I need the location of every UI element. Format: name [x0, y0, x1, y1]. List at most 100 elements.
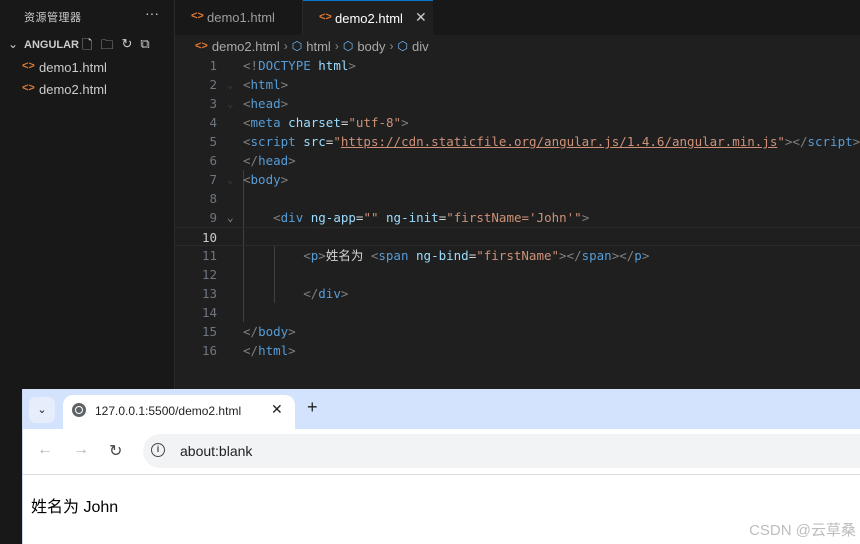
tab-label: demo1.html: [207, 10, 275, 25]
code-text: <head>: [243, 94, 288, 113]
code-token: DOCTYPE: [258, 58, 311, 73]
address-text[interactable]: about:blank: [180, 443, 252, 459]
code-line[interactable]: 12: [175, 265, 860, 284]
browser-tab[interactable]: 127.0.0.1:5500/demo2.html ✕: [63, 395, 295, 429]
folder-row[interactable]: ⌄ ANGULAR 🗋 🗀 ↻ ⧉: [0, 35, 175, 55]
code-token: >: [280, 96, 289, 111]
breadcrumb-item[interactable]: div: [412, 39, 429, 54]
code-token: body: [250, 172, 281, 187]
close-icon[interactable]: ✕: [415, 9, 427, 26]
code-token: html: [250, 77, 281, 92]
code-token: head: [258, 153, 289, 168]
info-icon[interactable]: i: [151, 443, 165, 457]
fold-chevron-icon[interactable]: ⌄: [227, 75, 234, 94]
code-editor[interactable]: 1 <!DOCTYPE html> 2 ⌄ <html> 3 ⌄ <head> 4 <meta c…: [175, 56, 860, 389]
code-line[interactable]: 3 ⌄ <head>: [175, 94, 860, 113]
code-line[interactable]: 14: [175, 303, 860, 322]
code-line[interactable]: 15 </body>: [175, 322, 860, 341]
code-line[interactable]: 10: [175, 227, 860, 246]
fold-chevron-icon[interactable]: ⌄: [227, 170, 234, 189]
code-token: "": [363, 210, 379, 225]
line-number: 2: [209, 77, 217, 92]
code-token: "utf-8": [348, 115, 402, 130]
forward-icon[interactable]: →: [73, 441, 89, 459]
code-text: </div>: [243, 284, 348, 303]
code-token: body: [258, 324, 289, 339]
code-token: ></: [559, 248, 582, 263]
symbol-element-icon: ⬡: [397, 39, 408, 53]
chevron-right-icon: ›: [334, 39, 339, 53]
code-token: https://cdn.staticfile.org/angular.js/1.…: [340, 134, 778, 149]
code-line[interactable]: 16 </html>: [175, 341, 860, 360]
code-token: >: [288, 324, 296, 339]
code-token: ": [777, 134, 785, 149]
code-line[interactable]: 2 ⌄ <html>: [175, 75, 860, 94]
code-token: <: [243, 172, 251, 187]
line-number: 10: [201, 230, 217, 245]
tab-demo1[interactable]: <> demo1.html: [175, 0, 303, 35]
tab-demo2[interactable]: <> demo2.html ✕: [303, 0, 433, 35]
line-number: 15: [201, 324, 217, 339]
collapse-all-icon[interactable]: ⧉: [140, 36, 149, 58]
more-actions-icon[interactable]: ···: [145, 5, 159, 21]
code-line[interactable]: 1 <!DOCTYPE html>: [175, 56, 860, 75]
html-file-icon: <>: [191, 10, 204, 22]
line-number: 11: [201, 248, 217, 263]
code-line[interactable]: 9 ⌄ <div ng-app="" ng-init="firstName='Jo…: [175, 208, 860, 227]
code-token: charset: [288, 115, 341, 130]
code-line[interactable]: 11 <p>姓名为 <span ng-bind="firstName"></sp…: [175, 246, 860, 265]
page-content: 姓名为 John: [31, 499, 119, 516]
code-token: div: [280, 210, 304, 225]
code-token: ng-init: [386, 210, 439, 225]
breadcrumb-item[interactable]: html: [306, 39, 331, 54]
code-line[interactable]: 6 </head>: [175, 151, 860, 170]
breadcrumb-item[interactable]: body: [357, 39, 385, 54]
code-token: head: [250, 96, 281, 111]
file-label: demo1.html: [39, 60, 107, 75]
new-folder-icon[interactable]: 🗀: [100, 36, 113, 58]
code-text: <p>姓名为 <span ng-bind="firstName"></span>…: [243, 246, 649, 265]
address-bar[interactable]: i about:blank: [143, 434, 860, 468]
code-token: ></: [611, 248, 635, 263]
code-line[interactable]: 4 <meta charset="utf-8">: [175, 113, 860, 132]
code-token: >: [852, 134, 860, 149]
code-line[interactable]: 13 </div>: [175, 284, 860, 303]
code-token: </: [303, 286, 319, 301]
fold-chevron-icon[interactable]: ⌄: [227, 208, 234, 227]
editor-tabbar: <> demo1.html <> demo2.html ✕: [175, 0, 860, 35]
line-number: 1: [209, 58, 217, 73]
symbol-element-icon: ⬡: [291, 39, 303, 53]
code-line[interactable]: 8: [175, 189, 860, 208]
code-line[interactable]: 5 <script src="https://cdn.staticfile.org…: [175, 132, 860, 151]
code-token: src: [303, 134, 326, 149]
fold-chevron-icon[interactable]: ⌄: [227, 94, 234, 113]
code-token: </: [243, 324, 259, 339]
file-item-demo2[interactable]: <> demo2.html: [0, 79, 175, 101]
line-number: 12: [201, 267, 217, 282]
new-tab-button[interactable]: +: [307, 397, 318, 418]
new-file-icon[interactable]: 🗋: [82, 36, 92, 58]
file-item-demo1[interactable]: <> demo1.html: [0, 57, 175, 79]
back-icon[interactable]: ←: [37, 441, 53, 459]
reload-icon[interactable]: ↻: [109, 441, 122, 461]
close-icon[interactable]: ✕: [271, 401, 283, 418]
code-token: <: [303, 248, 311, 263]
chevron-down-icon[interactable]: ⌄: [8, 37, 18, 51]
code-text: <div ng-app="" ng-init="firstName='John'…: [243, 208, 589, 227]
code-token: <: [243, 115, 251, 130]
breadcrumb-item[interactable]: demo2.html: [212, 39, 280, 54]
code-token: >: [288, 153, 296, 168]
code-token: script: [807, 134, 853, 149]
code-token: p: [634, 248, 642, 263]
code-token: ": [333, 134, 341, 149]
file-label: demo2.html: [39, 82, 107, 97]
tab-search-button[interactable]: ⌄: [29, 397, 55, 423]
code-token: >: [280, 172, 289, 187]
line-number: 6: [209, 153, 217, 168]
code-line[interactable]: 7 ⌄ <body>: [175, 170, 860, 189]
refresh-icon[interactable]: ↻: [121, 36, 132, 58]
code-token: html: [318, 58, 349, 73]
